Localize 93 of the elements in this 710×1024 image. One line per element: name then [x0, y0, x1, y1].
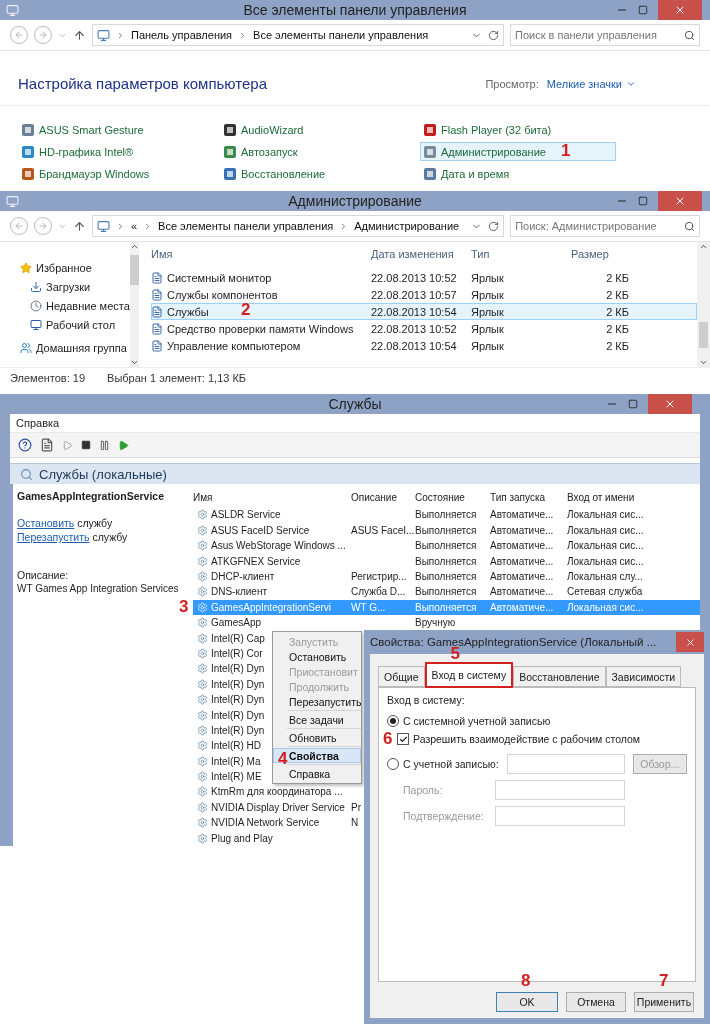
- service-name: GamesAppIntegrationService: [17, 490, 166, 502]
- service-name: KtmRm для координатора ...: [211, 786, 343, 798]
- service-name: Intel(R) Dyn: [211, 709, 265, 721]
- action-text: службу: [92, 531, 128, 543]
- logon-cell: Локальная сис...: [567, 524, 644, 536]
- step-number: 6: [383, 729, 393, 749]
- file-type: Ярлык: [471, 271, 505, 284]
- service-name: ASUS FaceID Service: [211, 524, 310, 536]
- file-size: 2 КБ: [605, 288, 630, 301]
- file-date: 22.08.2013 10:52: [371, 271, 458, 284]
- state-cell: Вручную: [415, 617, 456, 629]
- file-type: Ярлык: [471, 339, 505, 352]
- startup-cell: Автоматиче...: [490, 509, 554, 521]
- description-cell: Регистрир...: [351, 571, 407, 582]
- service-name: Intel(R) Cap: [211, 632, 265, 644]
- group-label: Вход в систему:: [387, 694, 466, 706]
- description-cell: Pr: [351, 801, 361, 813]
- file-name: Службы компонентов: [167, 288, 278, 301]
- service-name: Asus WebStorage Windows ...: [211, 540, 346, 552]
- logon-cell: Сетевая служба: [567, 586, 643, 598]
- state-cell: Выполняется: [415, 586, 477, 598]
- file-date: 22.08.2013 10:57: [371, 288, 458, 301]
- file-type: Ярлык: [471, 288, 505, 301]
- window-title: Администрирование: [288, 193, 422, 209]
- state-cell: Выполняется: [415, 540, 477, 552]
- file-size: 2 КБ: [605, 271, 630, 284]
- window-title: Службы: [328, 396, 382, 412]
- description-label: Описание:: [17, 568, 70, 582]
- page-heading: Настройка параметров компьютера: [18, 75, 267, 92]
- file-name: Системный монитор: [167, 271, 272, 284]
- step-number: 2: [241, 300, 251, 320]
- startup-cell: Автоматиче...: [490, 601, 554, 613]
- state-cell: Выполняется: [415, 571, 477, 582]
- service-name: ATKGFNEX Service: [211, 555, 301, 567]
- service-name: ASLDR Service: [211, 509, 281, 521]
- startup-cell: Автоматиче...: [490, 586, 554, 598]
- dialog-title: Свойства: GamesAppIntegrationService (Локальный ...: [370, 636, 657, 648]
- description-cell: ASUS FaceI...: [351, 524, 415, 536]
- startup-cell: Автоматиче...: [490, 540, 554, 552]
- file-name: Средство проверки памяти Windows: [167, 322, 354, 335]
- service-name: Intel(R) HD: [211, 740, 261, 752]
- service-name: Intel(R) Dyn: [211, 663, 265, 675]
- state-cell: Выполняется: [415, 524, 477, 536]
- startup-cell: Автоматиче...: [490, 571, 554, 582]
- state-cell: Выполняется: [415, 555, 477, 567]
- startup-cell: Автоматиче...: [490, 555, 554, 567]
- file-date: 22.08.2013 10:54: [371, 305, 458, 318]
- logon-cell: Локальная сис...: [567, 509, 644, 521]
- status-text: Элементов: 19: [10, 372, 86, 384]
- service-name: Plug and Play: [211, 832, 273, 844]
- window-title: Все элементы панели управления: [243, 2, 467, 18]
- service-name: Intel(R) Cor: [211, 647, 263, 659]
- view-label: Просмотр:: [485, 77, 539, 90]
- description-cell: N: [351, 817, 359, 829]
- service-name: Intel(R) Dyn: [211, 694, 265, 706]
- field-label: Подтверждение:: [402, 810, 485, 822]
- description-cell: WT G...: [351, 601, 386, 613]
- state-cell: Выполняется: [415, 601, 477, 613]
- file-name: Службы: [167, 305, 209, 318]
- service-name: NVIDIA Display Driver Service: [211, 801, 345, 813]
- service-name: GamesAppIntegrationServi: [211, 601, 332, 613]
- service-name: GamesApp: [211, 617, 262, 629]
- action-text: службу: [77, 517, 113, 529]
- logon-cell: Локальная сис...: [567, 601, 644, 613]
- service-name: Intel(R) Dyn: [211, 724, 265, 736]
- service-name: Intel(R) Ma: [211, 755, 261, 767]
- file-type: Ярлык: [471, 322, 505, 335]
- description-cell: Служба D...: [351, 586, 406, 598]
- service-name: Intel(R) ME: [211, 771, 262, 783]
- service-name: Intel(R) Dyn: [211, 678, 265, 690]
- step-number: 3: [179, 596, 189, 617]
- file-date: 22.08.2013 10:52: [371, 322, 458, 335]
- startup-cell: Автоматиче...: [490, 524, 554, 536]
- scope-title: Службы (локальные): [39, 466, 167, 482]
- logon-cell: Локальная сис...: [567, 555, 644, 567]
- service-name: DHCP-клиент: [211, 571, 275, 582]
- service-name: DNS-клиент: [211, 586, 267, 598]
- file-name: Управление компьютером: [167, 339, 301, 352]
- step-number: 7: [659, 971, 669, 991]
- field-label: Пароль:: [402, 784, 444, 796]
- file-date: 22.08.2013 10:54: [371, 339, 458, 352]
- file-type: Ярлык: [471, 305, 505, 318]
- file-size: 2 КБ: [605, 339, 630, 352]
- step-number: 1: [561, 141, 571, 161]
- service-name: NVIDIA Network Service: [211, 817, 320, 829]
- logon-cell: Локальная слу...: [567, 571, 643, 582]
- file-size: 2 КБ: [605, 305, 630, 318]
- status-text: Выбран 1 элемент: 1,13 КБ: [107, 372, 247, 384]
- description-text: WT Games App Integration Services: [17, 582, 180, 596]
- logon-cell: Локальная сис...: [567, 540, 644, 552]
- state-cell: Выполняется: [415, 509, 477, 521]
- file-size: 2 КБ: [605, 322, 630, 335]
- step-number: 8: [521, 971, 531, 991]
